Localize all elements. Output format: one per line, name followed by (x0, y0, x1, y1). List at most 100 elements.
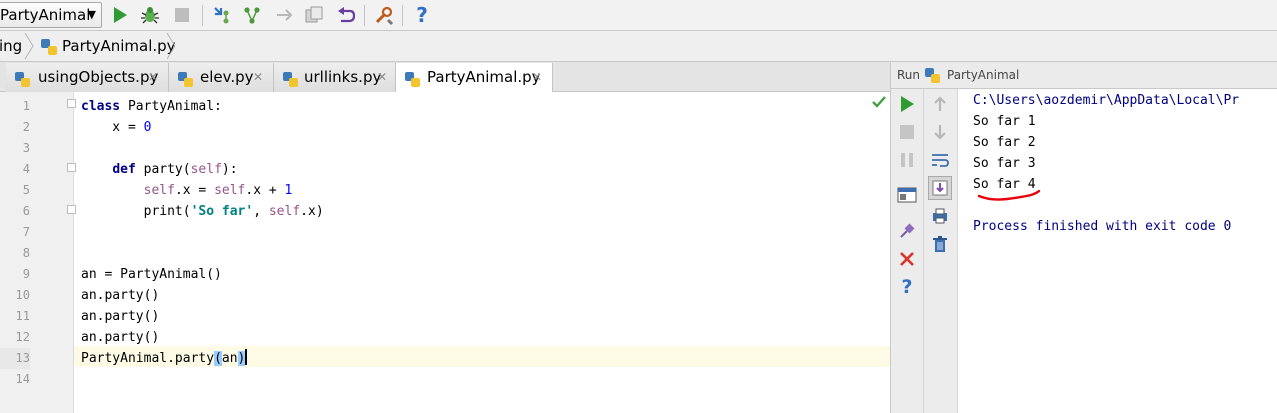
soft-wrap-button[interactable] (928, 148, 952, 172)
breadcrumb: ing PartyAnimal.py (0, 31, 1277, 62)
line-number: 5 (22, 183, 30, 197)
arrow-down-icon (934, 125, 946, 140)
code-line: PartyAnimal.party(an) (81, 348, 248, 369)
fold-marker-icon[interactable] (67, 163, 76, 172)
close-run-button[interactable] (895, 247, 919, 271)
line-number: 13 (0, 348, 30, 369)
inspection-ok-icon (872, 96, 886, 112)
wrench-icon (375, 6, 394, 26)
debug-button[interactable] (138, 3, 162, 27)
code-line: an.party() (81, 288, 160, 303)
run-config-label: PartyAnimal (0, 6, 91, 24)
code-editor[interactable]: 1 2 3 4 5 6 7 8 9 10 11 12 13 14 class P… (0, 92, 890, 413)
run-button[interactable] (108, 3, 132, 27)
toolbar-separator (202, 5, 203, 26)
vcs-compare-button[interactable] (272, 3, 296, 27)
run-config-name[interactable]: PartyAnimal (947, 68, 1019, 82)
matched-paren: ) (237, 351, 246, 366)
scroll-to-end-button[interactable] (928, 176, 952, 200)
console-output[interactable]: C:\Users\aozdemir\AppData\Local\Pr So fa… (973, 90, 1277, 237)
tab-elev[interactable]: elev.py ✕ (169, 63, 274, 92)
pin-tab-button[interactable] (895, 219, 919, 243)
fold-marker-icon[interactable] (67, 99, 76, 108)
close-icon (900, 252, 914, 266)
help-button[interactable]: ? (410, 3, 434, 27)
stop-button[interactable] (895, 120, 919, 144)
rerun-button[interactable] (895, 92, 919, 116)
python-file-icon (924, 67, 941, 87)
vcs-commit-button[interactable] (240, 3, 264, 27)
tab-label: PartyAnimal.py (427, 68, 541, 86)
play-icon (114, 7, 127, 23)
code-text: print( (81, 204, 191, 219)
tab-label: elev.py (200, 68, 254, 86)
breadcrumb-separator-icon (24, 32, 34, 60)
console-line: So far 1 (973, 114, 1036, 129)
close-icon[interactable]: ✕ (377, 63, 387, 91)
close-icon[interactable]: ✕ (148, 63, 158, 91)
restore-layout-button[interactable] (895, 183, 919, 207)
console-actions-toolbar (924, 89, 958, 413)
code-line: class PartyAnimal: (81, 96, 222, 117)
arrow-up-icon (934, 96, 946, 111)
keyword: class (81, 99, 121, 114)
tab-label: usingObjects.py (38, 68, 159, 86)
stop-icon (175, 8, 189, 22)
matched-paren: ( (214, 351, 222, 366)
code-line: print('So far', self.x) (81, 201, 324, 222)
scroll-up-button[interactable] (928, 92, 952, 116)
line-number: 8 (22, 246, 30, 260)
stop-button[interactable] (170, 3, 194, 27)
undo-icon (338, 7, 356, 23)
line-number: 9 (22, 267, 30, 281)
toolbar-separator (364, 5, 365, 26)
run-config-selector[interactable]: PartyAnimal ▼ (0, 2, 102, 28)
vcs-commit-icon (244, 7, 260, 24)
line-number: 6 (22, 204, 30, 218)
wrap-icon (932, 154, 949, 167)
history-icon (305, 6, 323, 23)
editor-gutter: 1 2 3 4 5 6 7 8 9 10 11 12 13 14 (0, 92, 74, 413)
compare-arrows-icon (277, 9, 293, 21)
code-line: def party(self): (81, 159, 237, 180)
help-button[interactable]: ? (895, 275, 919, 299)
main-toolbar: PartyAnimal ▼ ? (0, 0, 1277, 31)
tab-partyanimal[interactable]: PartyAnimal.py ✕ (396, 63, 553, 93)
console-line: So far 3 (973, 156, 1036, 171)
settings-button[interactable] (372, 3, 396, 27)
tab-usingobjects[interactable]: usingObjects.py ✕ (6, 63, 169, 92)
scroll-down-button[interactable] (928, 120, 952, 144)
vcs-history-button[interactable] (302, 3, 326, 27)
self-keyword: self (143, 183, 175, 198)
code-line: an = PartyAnimal() (81, 267, 222, 282)
code-text: PartyAnimal.party (81, 351, 215, 366)
print-button[interactable] (928, 204, 952, 228)
close-icon[interactable]: ✕ (253, 63, 263, 91)
breadcrumb-file[interactable]: PartyAnimal.py (62, 31, 176, 61)
code-text: party( (135, 162, 191, 177)
layout-icon (897, 187, 917, 203)
tab-urllinks[interactable]: urllinks.py ✕ (274, 63, 396, 92)
breadcrumb-separator-icon (166, 32, 176, 60)
clear-all-button[interactable] (928, 232, 952, 256)
scroll-to-end-icon (932, 180, 948, 196)
run-actions-toolbar: ? (891, 89, 924, 413)
console-line: Process finished with exit code 0 (973, 219, 1232, 234)
trash-icon (933, 236, 947, 252)
breadcrumb-folder[interactable]: ing (0, 31, 22, 61)
self-keyword: self (268, 204, 301, 219)
vcs-revert-button[interactable] (334, 3, 358, 27)
pin-icon (900, 223, 915, 238)
line-number: 3 (22, 141, 30, 155)
close-icon[interactable]: ✕ (532, 63, 542, 91)
vcs-update-button[interactable] (210, 3, 234, 27)
bug-icon (141, 7, 159, 24)
code-text: x = (81, 120, 144, 135)
fold-marker-icon[interactable] (67, 205, 76, 214)
python-file-icon (40, 38, 58, 60)
pause-icon (901, 153, 913, 167)
line-number: 1 (22, 99, 30, 113)
code-text: .x = (174, 183, 215, 198)
code-text: .x) (300, 204, 324, 219)
pause-button[interactable] (895, 148, 919, 172)
